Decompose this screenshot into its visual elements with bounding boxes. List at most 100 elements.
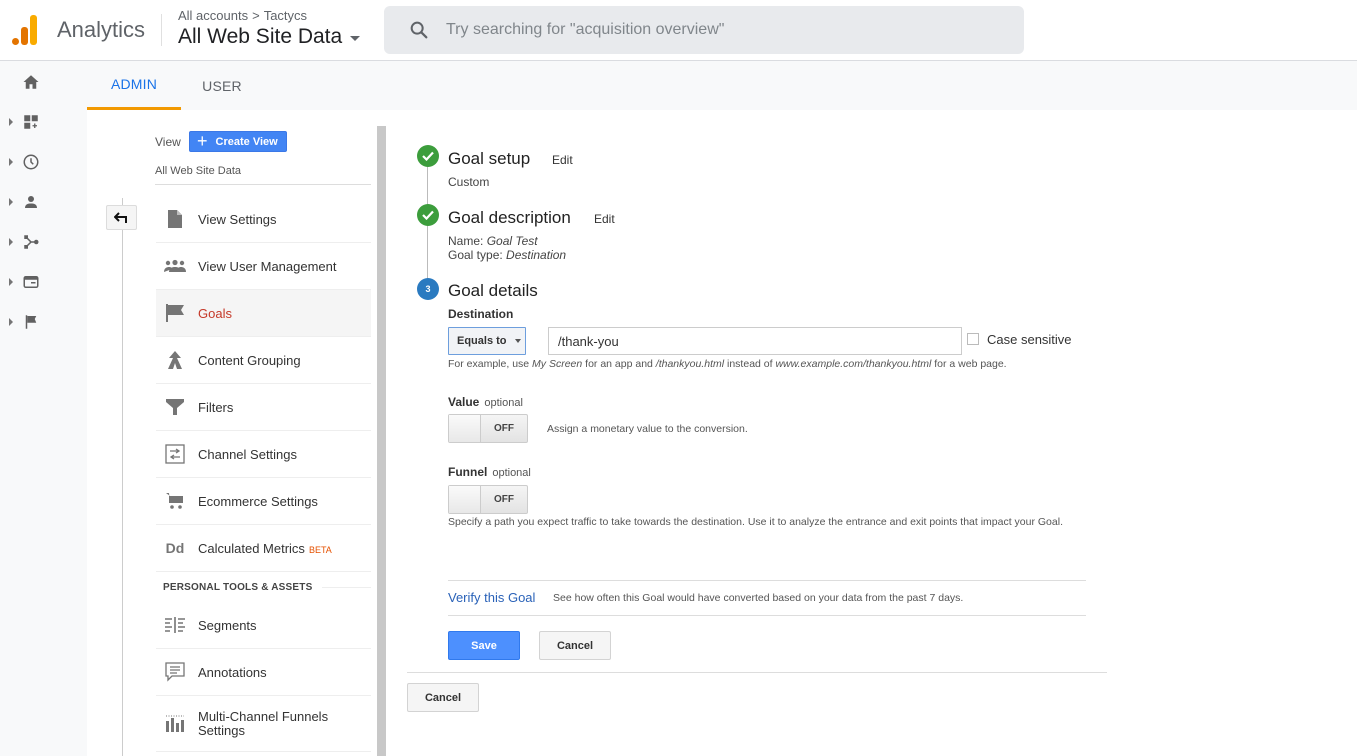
destination-input[interactable] xyxy=(548,327,962,355)
top-header: Analytics All accounts > Tactycs All Web S… xyxy=(0,0,1357,61)
tree-line xyxy=(122,198,123,756)
divider xyxy=(448,615,1086,616)
match-type-select[interactable]: Equals to xyxy=(448,327,526,355)
nav-item-multi-channel-funnels-settings[interactable]: Multi-Channel Funnels Settings xyxy=(156,696,371,752)
back-button[interactable] xyxy=(106,205,137,230)
nav-item-calculated-metrics[interactable]: Dd Calculated Metrics BETA xyxy=(156,525,371,572)
verify-description: See how often this Goal would have conve… xyxy=(553,592,964,604)
search-input[interactable] xyxy=(446,21,1006,39)
nav-item-label: View User Management xyxy=(198,258,337,274)
property-selector[interactable]: All Web Site Data xyxy=(178,25,361,49)
step-3-number-badge: 3 xyxy=(417,278,439,300)
beta-badge: BETA xyxy=(308,544,332,555)
toggle-knob xyxy=(449,486,481,513)
rail-customization[interactable] xyxy=(0,107,87,137)
panel-scrollbar[interactable] xyxy=(377,126,386,756)
save-button[interactable]: Save xyxy=(448,631,520,660)
clock-icon xyxy=(23,154,39,170)
optional-tag: optional xyxy=(484,397,523,409)
goal-setup-summary: Custom xyxy=(448,175,490,189)
edit-goal-description-link[interactable]: Edit xyxy=(594,212,615,226)
plus-icon: + xyxy=(197,130,208,151)
hint-text: for an app and xyxy=(582,358,656,370)
toggle-knob xyxy=(449,415,481,442)
step-title: Goal description xyxy=(448,208,571,227)
view-name[interactable]: All Web Site Data xyxy=(155,165,241,177)
cancel-button[interactable]: Cancel xyxy=(539,631,611,660)
tab-admin[interactable]: ADMIN xyxy=(87,61,181,110)
hint-example: www.example.com/thankyou.html xyxy=(775,358,932,370)
nav-item-ecommerce-settings[interactable]: Ecommerce Settings xyxy=(156,478,371,525)
app-name: Analytics xyxy=(57,17,146,42)
step-2-check-icon xyxy=(417,204,439,226)
rail-home[interactable] xyxy=(0,67,87,97)
step-title: Goal setup xyxy=(448,149,531,168)
nav-item-content-grouping[interactable]: Content Grouping xyxy=(156,337,371,384)
breadcrumb-separator: > xyxy=(252,8,260,23)
rail-acquisition[interactable] xyxy=(0,227,87,257)
step-1-check-icon xyxy=(417,145,439,167)
goal-description-summary: Name: Goal Test Goal type: Destination xyxy=(448,234,566,262)
value-description: Assign a monetary value to the conversio… xyxy=(547,423,748,435)
nav-item-annotations[interactable]: Annotations xyxy=(156,649,371,696)
back-arrow-icon xyxy=(113,211,127,223)
create-view-button[interactable]: + Create View xyxy=(189,131,287,152)
caret-down-icon xyxy=(514,339,521,343)
case-sensitive-checkbox[interactable] xyxy=(967,333,979,345)
search-icon xyxy=(410,21,428,39)
tab-user[interactable]: USER xyxy=(191,61,253,110)
nav-item-view-settings[interactable]: View Settings xyxy=(156,196,371,243)
nav-item-channel-settings[interactable]: Channel Settings xyxy=(156,431,371,478)
content-grouping-icon xyxy=(168,351,182,369)
rail-behavior[interactable] xyxy=(0,267,87,297)
step-title: Goal details xyxy=(448,281,538,300)
nav-item-label: Filters xyxy=(198,399,234,415)
optional-tag: optional xyxy=(492,467,531,479)
nav-item-filters[interactable]: Filters xyxy=(156,384,371,431)
caret-down-icon xyxy=(350,36,361,41)
cart-icon xyxy=(166,493,183,509)
nav-item-view-user-management[interactable]: View User Management xyxy=(156,243,371,290)
filter-icon xyxy=(166,399,184,415)
funnel-toggle[interactable]: OFF xyxy=(448,485,528,514)
annotations-icon xyxy=(165,662,185,682)
nav-item-label: Calculated Metrics xyxy=(198,540,305,556)
case-sensitive-label[interactable]: Case sensitive xyxy=(987,332,1072,347)
rail-audience[interactable] xyxy=(0,187,87,217)
expand-arrow-icon xyxy=(9,158,13,166)
expand-arrow-icon xyxy=(9,198,13,206)
value-toggle[interactable]: OFF xyxy=(448,414,528,443)
edit-goal-setup-link[interactable]: Edit xyxy=(552,153,573,167)
verify-goal-link[interactable]: Verify this Goal xyxy=(448,590,535,605)
expand-arrow-icon xyxy=(9,278,13,286)
nav-item-label: Content Grouping xyxy=(198,352,301,368)
breadcrumb-all-accounts[interactable]: All accounts xyxy=(178,8,248,23)
rail-conversions[interactable] xyxy=(0,307,87,337)
analytics-logo-icon[interactable] xyxy=(12,15,39,45)
search-bar[interactable] xyxy=(384,6,1024,54)
divider xyxy=(407,672,1107,673)
hint-text: For example, use xyxy=(448,358,533,370)
value-label: Value optional xyxy=(448,395,523,409)
value-label-text: Value xyxy=(448,395,480,409)
funnel-label-text: Funnel xyxy=(448,465,488,479)
nav-item-goals[interactable]: Goals xyxy=(156,290,371,337)
divider xyxy=(322,586,371,588)
nav-item-segments[interactable]: Segments xyxy=(156,602,371,649)
view-label: View xyxy=(155,135,181,149)
person-icon xyxy=(25,196,37,208)
create-view-label: Create View xyxy=(215,135,278,148)
acquisition-icon xyxy=(24,235,39,249)
breadcrumb-account[interactable]: Tactycs xyxy=(264,8,307,23)
admin-tabs: ADMIN USER xyxy=(87,61,1357,110)
calculated-metrics-icon: Dd xyxy=(165,540,185,556)
hint-text: instead of xyxy=(724,358,776,370)
left-nav-rail xyxy=(0,61,87,756)
outer-cancel-button[interactable]: Cancel xyxy=(407,683,479,712)
rail-realtime[interactable] xyxy=(0,147,87,177)
view-settings-nav: View Settings View User Management Goals… xyxy=(156,196,371,752)
expand-arrow-icon xyxy=(9,318,13,326)
nav-item-label: Annotations xyxy=(198,664,267,680)
match-type-value: Equals to xyxy=(457,335,507,347)
goal-type-label: Goal type: xyxy=(448,248,503,262)
